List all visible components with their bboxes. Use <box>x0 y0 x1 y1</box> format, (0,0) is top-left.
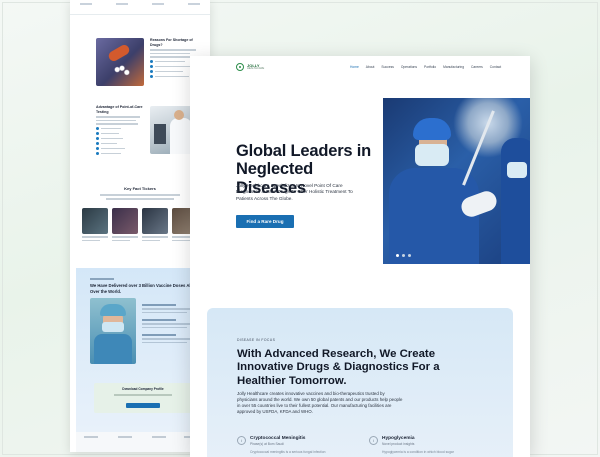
disease-focus-card: DISEASE IN FOCUS With Advanced Research,… <box>207 308 513 457</box>
nav-portfolio[interactable]: Portfolio <box>424 65 436 69</box>
hero-body: Jolly Healthcare Specializes In Novel Po… <box>236 183 353 201</box>
divider <box>70 14 210 15</box>
poc-section: Advantage of Point-of-Care Testing <box>96 105 144 155</box>
disease-desc: Cryptococcal meningitis is a serious fun… <box>250 450 326 454</box>
homepage-preview: JOLLY HEALTHCARE Home About Success Oper… <box>190 56 530 457</box>
fact-tile[interactable] <box>82 208 108 241</box>
disease-info-icon: i <box>369 436 378 445</box>
nav-about[interactable]: About <box>366 65 375 69</box>
disease-sub: Novel product insights <box>382 442 415 446</box>
fact-tile[interactable] <box>142 208 168 241</box>
drug-pills-image <box>96 38 144 86</box>
key-facts-title: Key Fact Tickers <box>124 186 156 191</box>
focus-body: Jolly Healthcare creates innovative vacc… <box>237 391 403 414</box>
disease-item[interactable]: i Cryptococcal Meningitis Phase(s) at Bo… <box>237 436 347 454</box>
download-profile-box: Download Company Profile <box>94 383 192 413</box>
disease-info-icon: i <box>237 436 246 445</box>
surgeon-image <box>90 298 136 364</box>
poc-title: Advantage of Point-of-Care Testing <box>96 105 143 114</box>
logo-sub: HEALTHCARE <box>247 66 265 70</box>
fact-tiles <box>82 208 198 241</box>
carousel-dot[interactable] <box>396 254 399 257</box>
carousel-dots <box>396 254 411 257</box>
logo-mark-icon <box>236 63 244 71</box>
hero-surgeon-image <box>383 98 530 264</box>
find-rare-drug-button[interactable]: Find a Rare Drug <box>236 215 294 228</box>
preview-top-nav <box>80 3 200 9</box>
fact-tile[interactable] <box>112 208 138 241</box>
shortage-title: Reasons For Shortage of Drugs? <box>150 38 193 47</box>
download-title: Download Company Profile <box>122 387 164 391</box>
focus-tag: DISEASE IN FOCUS <box>237 338 276 342</box>
logo[interactable]: JOLLY HEALTHCARE <box>236 63 264 71</box>
disease-name: Cryptococcal Meningitis <box>250 436 306 441</box>
nav-home[interactable]: Home <box>350 65 359 69</box>
carousel-dot[interactable] <box>408 254 411 257</box>
focus-heading: With Advanced Research, We Create Innova… <box>237 348 440 387</box>
main-nav: Home About Success Operations Portfolio … <box>350 65 501 69</box>
disease-sub: Phase(s) at Bom Saudi <box>250 442 284 446</box>
nav-manufacturing[interactable]: Manufacturing <box>443 65 464 69</box>
vaccine-title: We Have Delivered over 3 Billion Vaccine… <box>90 283 192 294</box>
nav-contact[interactable]: Contact <box>490 65 501 69</box>
disease-name: Hypoglycemia <box>382 436 415 441</box>
download-button[interactable] <box>126 403 160 408</box>
carousel-dot[interactable] <box>402 254 405 257</box>
nav-operations[interactable]: Operations <box>401 65 417 69</box>
disease-desc: Hypoglycemia is a condition in which blo… <box>382 450 454 454</box>
nav-success[interactable]: Success <box>381 65 393 69</box>
long-page-preview: Reasons For Shortage of Drugs? Advantage… <box>70 0 210 452</box>
nav-careers[interactable]: Careers <box>471 65 483 69</box>
disease-item[interactable]: i Hypoglycemia Novel product insights Hy… <box>369 436 479 454</box>
